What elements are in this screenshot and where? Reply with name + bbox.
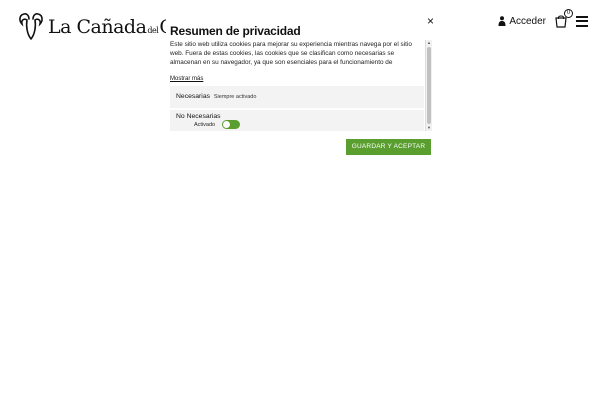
scrollbar[interactable]: ▲ ▼: [425, 40, 432, 131]
privacy-modal: × Resumen de privacidad Este sitio web u…: [166, 15, 436, 162]
logo-text-small: del: [147, 26, 159, 35]
logo-text-main: La Cañada: [48, 16, 147, 38]
login-link[interactable]: Acceder: [498, 16, 546, 27]
category-necessary[interactable]: Necesarias Siempre activado: [170, 86, 424, 108]
person-icon: [498, 16, 506, 26]
login-label: Acceder: [509, 15, 546, 27]
scroll-up-arrow-icon[interactable]: ▲: [426, 40, 432, 46]
category-label: Necesarias Siempre activado: [176, 93, 256, 100]
toggle-label: Activado: [194, 122, 216, 128]
privacy-description: Este sitio web utiliza cookies para mejo…: [170, 41, 412, 66]
close-icon[interactable]: ×: [427, 15, 434, 27]
menu-bar: [576, 24, 588, 27]
modal-title: Resumen de privacidad: [170, 24, 301, 38]
toggle-knob: [223, 121, 230, 128]
modal-scroll-area[interactable]: Este sitio web utiliza cookies para mejo…: [170, 40, 431, 131]
save-and-accept-button[interactable]: GUARDAR Y ACEPTAR: [346, 139, 431, 155]
show-more-link[interactable]: Mostrar más: [170, 76, 203, 82]
header-actions: Acceder 0: [498, 9, 588, 28]
menu-bar: [576, 20, 588, 22]
always-active-status: Siempre activado: [213, 94, 257, 100]
category-non-necessary[interactable]: No Necesarias Activado: [170, 110, 424, 131]
non-necessary-toggle[interactable]: [222, 120, 240, 129]
menu-bar: [576, 15, 588, 18]
scroll-down-arrow-icon[interactable]: ▼: [426, 125, 432, 131]
cart-button[interactable]: 0: [554, 9, 573, 28]
category-name: Necesarias: [176, 93, 210, 100]
ram-head-icon: [19, 13, 43, 40]
category-name: No Necesarias: [176, 113, 221, 120]
cart-count-badge: 0: [564, 9, 573, 18]
scrollbar-thumb[interactable]: [427, 47, 431, 124]
hamburger-menu-icon[interactable]: [576, 15, 588, 27]
